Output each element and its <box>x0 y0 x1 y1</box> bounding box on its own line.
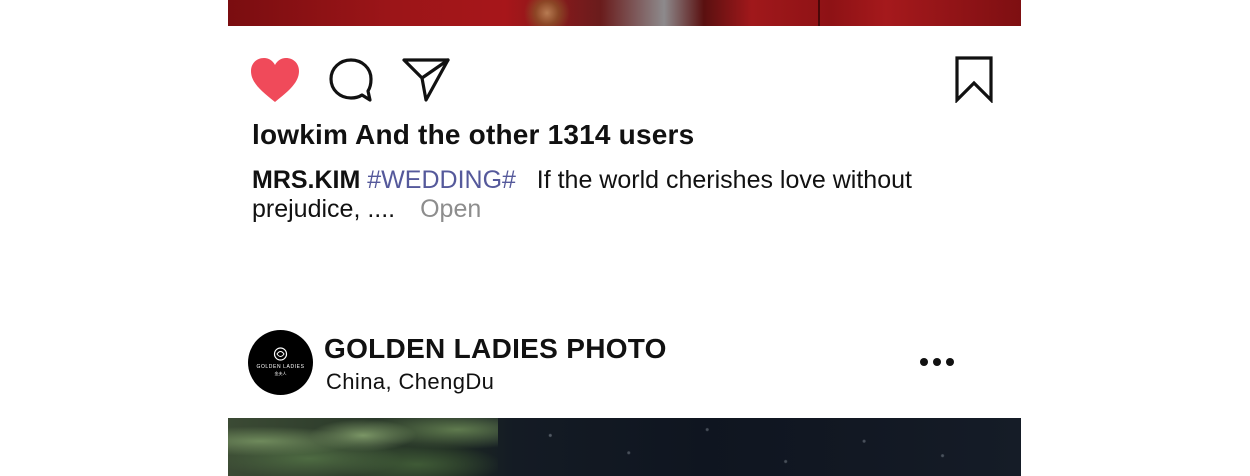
more-horizontal-icon <box>920 358 928 366</box>
caption-hashtag[interactable]: #WEDDING# <box>367 166 516 194</box>
feed-column: lowkim And the other 1314 users MRS.KIM … <box>228 0 1021 476</box>
account-name[interactable]: GOLDEN LADIES PHOTO <box>324 333 667 365</box>
image-foliage <box>228 418 498 476</box>
avatar[interactable]: GOLDEN LADIES 金夫人 <box>248 330 313 395</box>
post-action-row <box>228 52 1021 106</box>
next-post-image[interactable] <box>228 418 1021 476</box>
post-caption: MRS.KIM #WEDDING# If the world cherishes… <box>252 166 952 224</box>
image-background <box>498 418 1021 476</box>
image-seam <box>818 0 820 26</box>
more-dot <box>946 358 954 366</box>
post-header: GOLDEN LADIES 金夫人 GOLDEN LADIES PHOTO Ch… <box>228 328 1021 398</box>
heart-icon[interactable] <box>250 58 300 104</box>
image-detail <box>523 0 583 26</box>
more-options-button[interactable] <box>920 350 956 374</box>
golden-ladies-logo-icon: GOLDEN LADIES 金夫人 <box>256 347 304 376</box>
more-dot <box>933 358 941 366</box>
bookmark-icon[interactable] <box>954 55 994 103</box>
previous-post-image[interactable] <box>228 0 1021 26</box>
avatar-brand-subtext: 金夫人 <box>275 370 287 376</box>
comment-icon[interactable] <box>328 57 374 103</box>
post-location[interactable]: China, ChengDu <box>326 369 494 395</box>
send-icon[interactable] <box>402 56 450 102</box>
caption-author[interactable]: MRS.KIM <box>252 166 360 194</box>
avatar-brand-text: GOLDEN LADIES <box>256 364 304 370</box>
caption-open-link[interactable]: Open <box>420 195 481 223</box>
likes-summary[interactable]: lowkim And the other 1314 users <box>252 119 694 151</box>
